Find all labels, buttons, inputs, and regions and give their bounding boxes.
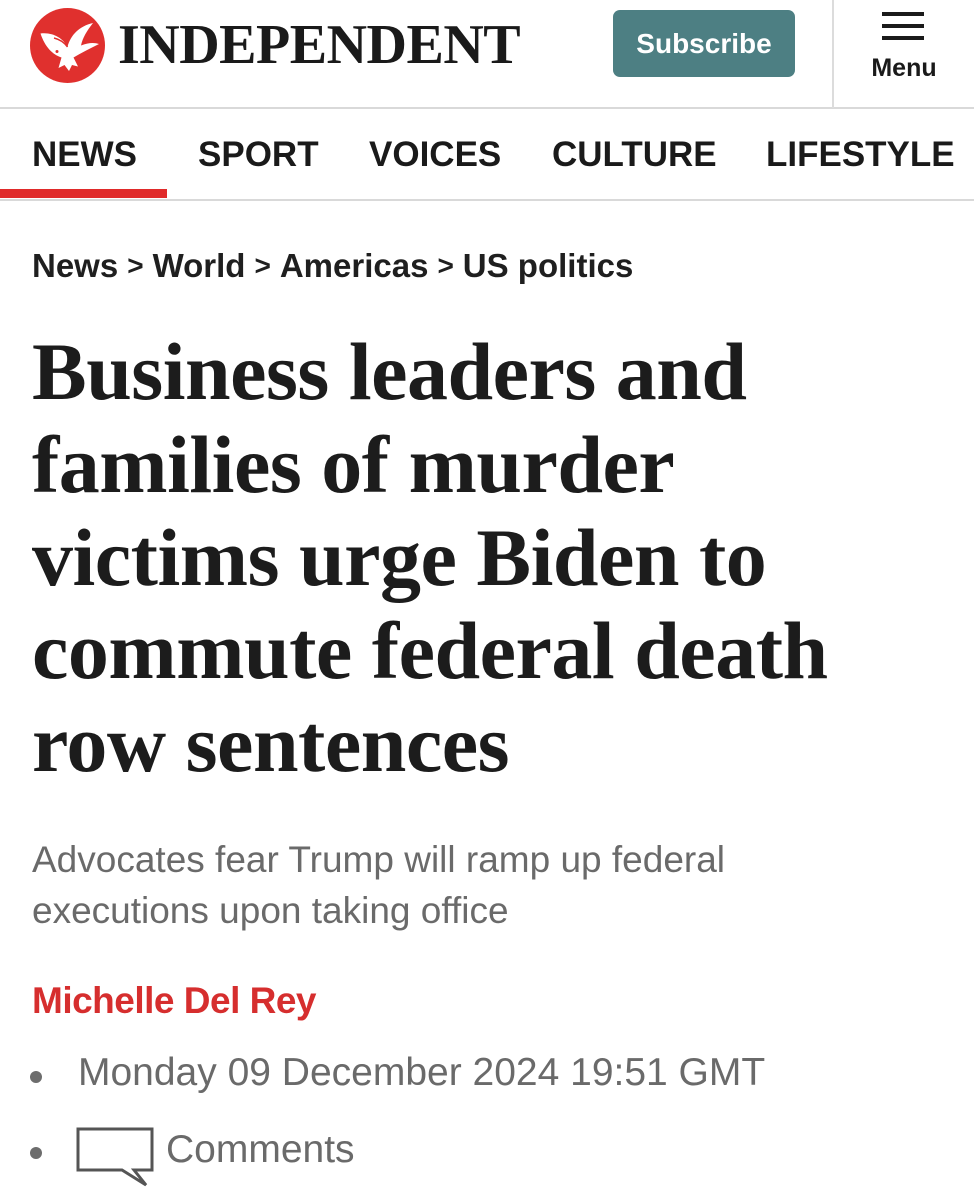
comment-bubble-icon <box>76 1127 154 1187</box>
breadcrumb-us-politics[interactable]: US politics <box>463 247 634 284</box>
author-link[interactable]: Michelle Del Rey <box>32 980 317 1022</box>
breadcrumb-separator: > <box>127 250 144 281</box>
breadcrumb-americas[interactable]: Americas <box>280 247 429 284</box>
nav-item-lifestyle[interactable]: LIFESTYLE <box>766 135 955 175</box>
site-wordmark: INDEPENDENT <box>118 14 521 76</box>
eagle-logo-icon <box>30 8 105 83</box>
headline-line: row sentences <box>32 698 510 789</box>
article-headline: Business leaders and families of murder … <box>32 325 952 790</box>
bullet-icon <box>30 1071 42 1083</box>
bullet-icon <box>30 1147 42 1159</box>
headline-line: families of murder <box>32 419 675 510</box>
headline-line: Business leaders and <box>32 326 747 417</box>
comments-label: Comments <box>166 1128 355 1171</box>
publish-date: Monday 09 December 2024 19:51 GMT <box>78 1051 766 1094</box>
breadcrumb-separator: > <box>437 250 454 281</box>
nav-item-news[interactable]: NEWS <box>32 135 137 175</box>
section-nav: NEWS SPORT VOICES CULTURE LIFESTYLE <box>0 109 974 201</box>
headline-line: victims urge Biden to <box>32 512 767 603</box>
nav-item-voices[interactable]: VOICES <box>369 135 501 175</box>
article-standfirst: Advocates fear Trump will ramp up federa… <box>32 834 942 936</box>
headline-line: commute federal death <box>32 605 828 696</box>
nav-item-culture[interactable]: CULTURE <box>552 135 717 175</box>
site-header: INDEPENDENT Subscribe Menu <box>0 0 974 109</box>
nav-item-sport[interactable]: SPORT <box>198 135 319 175</box>
menu-button[interactable]: Menu <box>856 8 952 88</box>
breadcrumb-news[interactable]: News <box>32 247 118 284</box>
menu-divider <box>832 0 834 108</box>
menu-label: Menu <box>871 54 937 82</box>
active-tab-indicator <box>0 189 167 198</box>
breadcrumb-separator: > <box>254 250 271 281</box>
subscribe-button[interactable]: Subscribe <box>613 10 795 77</box>
standfirst-line: Advocates fear Trump will ramp up federa… <box>32 839 726 880</box>
breadcrumb-world[interactable]: World <box>153 247 246 284</box>
hamburger-menu-icon <box>882 12 924 40</box>
breadcrumb: News > World > Americas > US politics <box>32 247 633 285</box>
standfirst-line: executions upon taking office <box>32 890 509 931</box>
